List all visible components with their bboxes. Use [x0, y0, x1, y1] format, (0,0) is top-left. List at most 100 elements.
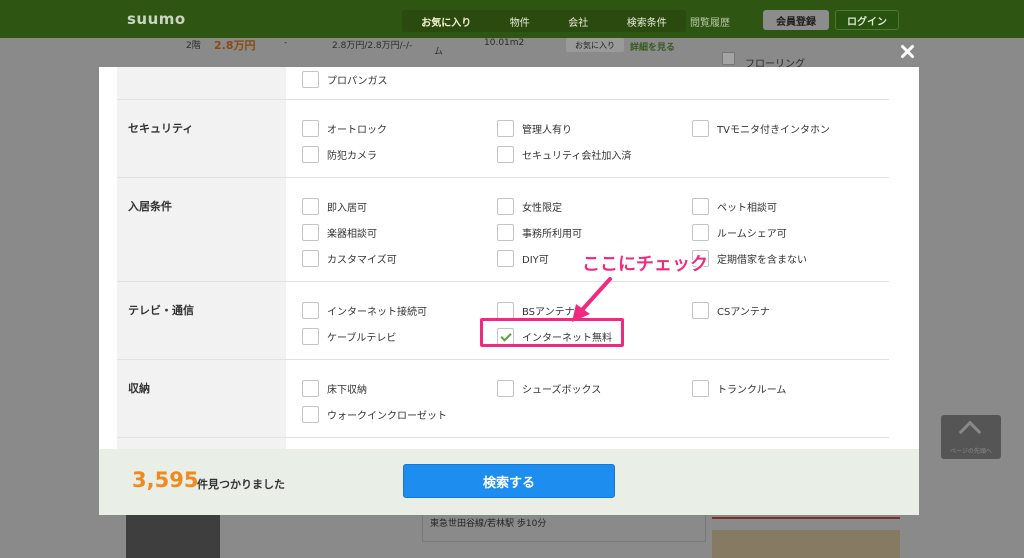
condition-option[interactable]: インターネット接続可: [302, 297, 497, 323]
condition-option[interactable]: 床下収納: [302, 375, 497, 401]
condition-option[interactable]: 女性限定: [497, 193, 692, 219]
checkbox[interactable]: [497, 249, 514, 267]
nav-company[interactable]: 会社: [568, 14, 588, 29]
listing-detail-link[interactable]: 詳細を見る: [630, 40, 675, 53]
condition-option-label: ウォークインクローゼット: [327, 410, 447, 422]
condition-option[interactable]: ペット相談可: [692, 193, 887, 219]
checkbox[interactable]: [692, 223, 709, 241]
condition-option-label: 防犯カメラ: [327, 150, 377, 162]
condition-option-label: オートロック: [327, 124, 387, 136]
checkbox[interactable]: [497, 119, 514, 137]
annotation-arrow-icon: [572, 277, 612, 322]
condition-option-label: ケーブルテレビ: [327, 332, 397, 344]
condition-option-label: CSアンテナ: [717, 306, 770, 318]
condition-option-label: インターネット接続可: [327, 306, 427, 318]
condition-option[interactable]: 定期借家を含まない: [692, 245, 887, 271]
condition-option[interactable]: オートロック: [302, 115, 497, 141]
condition-option[interactable]: トランクルーム: [692, 375, 887, 401]
suumo-logo[interactable]: suumo: [127, 10, 186, 28]
listing-area: 10.01m2: [484, 38, 525, 48]
login-button[interactable]: ログイン: [835, 10, 899, 30]
checkbox[interactable]: [302, 301, 319, 319]
checkbox[interactable]: [692, 379, 709, 397]
chevron-up-icon: [958, 420, 982, 444]
listing-layout: ム: [434, 47, 444, 57]
checkbox[interactable]: [497, 301, 514, 319]
checkbox[interactable]: [302, 70, 319, 88]
page-top-label: ページの先頭へ: [950, 448, 992, 455]
nav-favorites[interactable]: お気に入り: [421, 14, 471, 29]
checkbox[interactable]: [497, 197, 514, 215]
checkbox[interactable]: [497, 223, 514, 241]
search-conditions-modal: プロパンガス セキュリティ オートロック 管理人有り TVモニタ付きインタホン防犯カメラ…: [99, 67, 919, 515]
nav-property[interactable]: 物件: [510, 14, 530, 29]
condition-row-label: [117, 438, 286, 449]
condition-option-label: ルームシェア可: [717, 228, 787, 240]
condition-option[interactable]: TVモニタ付きインタホン: [692, 115, 887, 141]
condition-option-label: 定期借家を含まない: [717, 254, 807, 266]
listing-price: 2.8万円: [214, 39, 256, 52]
condition-option[interactable]: ウォークインクローゼット: [302, 401, 497, 427]
checkbox[interactable]: [302, 249, 319, 267]
condition-option[interactable]: 即入居可: [302, 193, 497, 219]
checkbox[interactable]: [302, 119, 319, 137]
condition-option[interactable]: シューズボックス: [497, 375, 692, 401]
listing-dash: -: [284, 38, 288, 48]
condition-option[interactable]: CSアンテナ: [692, 297, 887, 323]
condition-option[interactable]: 事務所利用可: [497, 219, 692, 245]
interior-photo: [712, 530, 900, 558]
checkbox[interactable]: [302, 197, 319, 215]
condition-option-label: 床下収納: [327, 384, 367, 396]
checkbox[interactable]: [302, 223, 319, 241]
condition-row: 入居条件 即入居可 女性限定 ペット相談可 楽器相談可 事務所利用可 ルームシェア可 カスタマ…: [117, 178, 889, 282]
condition-option[interactable]: 楽器相談可: [302, 219, 497, 245]
condition-option-label: セキュリティ会社加入済: [522, 150, 632, 162]
checkbox[interactable]: [692, 197, 709, 215]
condition-option[interactable]: ルームシェア可: [692, 219, 887, 245]
sidebar-checkbox[interactable]: [722, 52, 735, 65]
condition-row-label: [117, 67, 286, 99]
nav-recent[interactable]: 閲覧履歴: [690, 14, 730, 29]
checkbox[interactable]: [302, 145, 319, 163]
condition-row: 収納 床下収納 シューズボックス トランクルームウォークインクローゼット: [117, 360, 889, 438]
search-button[interactable]: 検索する: [403, 464, 615, 498]
condition-row: [117, 438, 889, 449]
condition-options: 床下収納 シューズボックス トランクルームウォークインクローゼット: [286, 360, 889, 437]
checkbox[interactable]: [302, 405, 319, 423]
nav-search-conditions[interactable]: 検索条件: [627, 14, 667, 29]
conditions-scroll-area[interactable]: プロパンガス セキュリティ オートロック 管理人有り TVモニタ付きインタホン防犯カメラ…: [99, 67, 919, 449]
condition-row-label: テレビ・通信: [117, 282, 286, 359]
condition-option-label: カスタマイズ可: [327, 254, 397, 266]
condition-option-label: トランクルーム: [717, 384, 787, 396]
condition-option[interactable]: 管理人有り: [497, 115, 692, 141]
condition-option-label: TVモニタ付きインタホン: [717, 124, 830, 136]
condition-row-label: 収納: [117, 360, 286, 437]
annotation-callout: ここにチェック: [582, 254, 708, 275]
checkbox[interactable]: [497, 379, 514, 397]
register-button[interactable]: 会員登録: [763, 10, 829, 30]
condition-option[interactable]: セキュリティ会社加入済: [497, 141, 692, 167]
condition-option[interactable]: プロパンガス: [302, 67, 497, 92]
divider: [712, 517, 900, 519]
condition-option[interactable]: ケーブルテレビ: [302, 323, 497, 349]
condition-option[interactable]: 防犯カメラ: [302, 141, 497, 167]
condition-option-label: DIY可: [522, 254, 549, 266]
header-nav: お気に入り 物件 会社 検索条件: [402, 10, 686, 32]
result-count: 3,595: [132, 468, 199, 492]
condition-option[interactable]: カスタマイズ可: [302, 245, 497, 271]
checkbox[interactable]: [302, 327, 319, 345]
condition-option-label: 管理人有り: [522, 124, 572, 136]
checkbox[interactable]: [497, 145, 514, 163]
condition-row: セキュリティ オートロック 管理人有り TVモニタ付きインタホン防犯カメラ セキュリティ…: [117, 100, 889, 178]
checkbox[interactable]: [692, 301, 709, 319]
condition-options: オートロック 管理人有り TVモニタ付きインタホン防犯カメラ セキュリティ会社加入済: [286, 100, 889, 177]
checkbox[interactable]: [302, 379, 319, 397]
station-info: 東急世田谷線/若林駅 歩10分: [430, 519, 547, 529]
listing-fav-button[interactable]: お気に入り: [566, 38, 624, 52]
condition-row-label: セキュリティ: [117, 100, 286, 177]
condition-rows: プロパンガス セキュリティ オートロック 管理人有り TVモニタ付きインタホン防犯カメラ…: [117, 67, 889, 449]
close-icon[interactable]: [896, 40, 920, 64]
page-top-button[interactable]: ページの先頭へ: [941, 415, 1001, 459]
result-count-label: 件見つかりました: [197, 478, 285, 491]
checkbox[interactable]: [692, 119, 709, 137]
